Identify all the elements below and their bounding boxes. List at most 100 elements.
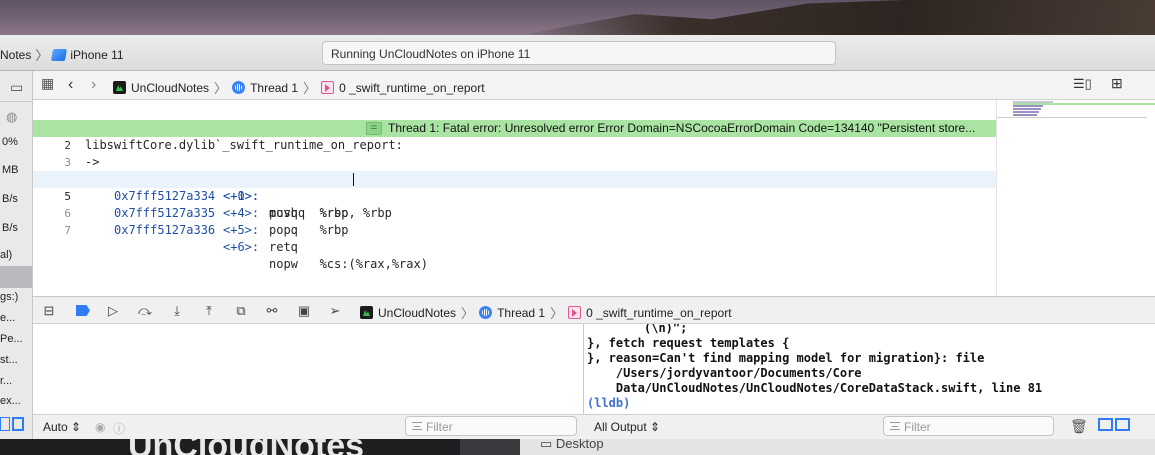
- error-annotation[interactable]: = Thread 1: Fatal error: Unresolved error…: [366, 120, 996, 137]
- console-line: (\n)";: [644, 324, 688, 335]
- frame-row[interactable]: e...: [0, 312, 32, 324]
- memory-graph-icon[interactable]: ⚯: [264, 303, 280, 319]
- editor-options-icon[interactable]: ☰▯: [1073, 76, 1092, 92]
- desktop-folder-label[interactable]: ▭ Desktop: [540, 439, 604, 452]
- network-value[interactable]: B/s: [2, 222, 32, 234]
- hide-debug-area-icon[interactable]: ⊟: [41, 303, 57, 319]
- assembly-editor[interactable]: 1 libswiftCore.dylib`_swift_runtime_on_r…: [33, 100, 996, 296]
- scheme-label[interactable]: Notes: [0, 48, 31, 62]
- console-line: }, reason=Can't find mapping model for m…: [587, 351, 985, 365]
- code-line[interactable]: 6 0x7fff5127a336 <+6>: nopw %cs:(%rax,%r…: [33, 188, 996, 271]
- debug-frame[interactable]: 0 _swift_runtime_on_report: [586, 306, 731, 320]
- filter-toggle-icon[interactable]: [0, 417, 10, 431]
- instruction-offset: <+5>:: [223, 223, 260, 237]
- desktop-background: UnCloudNotes ▭ Desktop: [0, 439, 1155, 455]
- frame-row[interactable]: st...: [0, 354, 32, 366]
- back-arrow-icon[interactable]: ‹: [68, 76, 73, 94]
- wallpaper-mountain: [520, 0, 1155, 35]
- console-output[interactable]: (\n)"; }, fetch request templates { }, r…: [584, 324, 1155, 414]
- activity-status-field: Running UnCloudNotes on iPhone 11: [322, 41, 836, 65]
- console-filter-placeholder: Filter: [904, 420, 931, 434]
- code-line[interactable]: 4 0x7fff5127a334 <+4>: popq %rbp: [33, 154, 996, 237]
- console-line: Data/UnCloudNotes/UnCloudNotes/CoreDataS…: [587, 381, 1043, 395]
- stack-frame-icon: [568, 306, 582, 319]
- scheme-breadcrumb[interactable]: Notes 〉 iPhone 11: [0, 45, 124, 64]
- minimap-line: [1013, 114, 1037, 116]
- show-console-toggle-icon[interactable]: [1115, 418, 1130, 431]
- finder-window: [520, 439, 1155, 455]
- device-label[interactable]: iPhone 11: [70, 48, 123, 62]
- chevron-updown-icon: ⇕: [650, 420, 661, 434]
- comment-icon[interactable]: ▭: [10, 79, 32, 96]
- thread-label[interactable]: al): [0, 249, 32, 261]
- step-over-icon[interactable]: ⤼: [137, 303, 153, 319]
- minimap-line: [1013, 108, 1041, 110]
- breakpoints-toggle-icon[interactable]: [76, 305, 90, 316]
- show-variables-toggle-icon[interactable]: [1098, 418, 1113, 431]
- instruction-text: nopw %cs:(%rax,%rax): [269, 257, 428, 271]
- step-into-icon[interactable]: ⤓: [169, 303, 185, 319]
- trash-icon[interactable]: 🗑: [1070, 418, 1088, 435]
- variables-filter-placeholder: Filter: [426, 420, 453, 434]
- frame-row[interactable]: Pe...: [0, 333, 32, 345]
- simulate-location-icon[interactable]: ➢: [327, 303, 343, 319]
- lldb-prompt[interactable]: (lldb): [587, 396, 630, 411]
- chevron-right-icon: 〉: [35, 48, 49, 63]
- app-target-icon: [113, 81, 126, 94]
- info-icon[interactable]: ⓘ: [113, 420, 125, 437]
- error-text: Thread 1: Fatal error: Unresolved error …: [388, 121, 976, 135]
- minimap-divider: [997, 117, 1147, 118]
- grid-toggle-icon[interactable]: [12, 417, 24, 431]
- output-mode-label: All Output: [594, 420, 647, 434]
- background-app-title: UnCloudNotes: [128, 439, 364, 455]
- variables-mode-select[interactable]: Auto ⇕: [43, 420, 81, 434]
- variables-view[interactable]: [33, 324, 584, 414]
- output-mode-select[interactable]: All Output ⇕: [594, 420, 660, 434]
- minimap-line: [1013, 111, 1039, 113]
- jump-thread[interactable]: Thread 1: [250, 81, 298, 95]
- step-out-icon[interactable]: ⤒: [201, 303, 217, 319]
- debug-bar-path[interactable]: UnCloudNotes 〉 Thread 1 〉 0 _swift_runti…: [360, 303, 732, 322]
- add-editor-icon[interactable]: ⊞: [1111, 75, 1123, 92]
- filter-icon: [890, 422, 900, 430]
- background-window: [460, 439, 520, 455]
- continue-icon[interactable]: ▷: [105, 303, 121, 319]
- thread-icon: [479, 306, 493, 319]
- code-line[interactable]: 7: [33, 205, 996, 237]
- view-hierarchy-icon[interactable]: ⧉: [233, 303, 249, 319]
- folder-name: Desktop: [555, 439, 604, 451]
- line-number: 7: [64, 224, 71, 237]
- frame-row[interactable]: ex...: [0, 395, 32, 407]
- chevron-right-icon: 〉: [214, 81, 228, 96]
- console-filter-field[interactable]: Filter: [883, 416, 1054, 436]
- related-items-icon[interactable]: ▦: [41, 75, 54, 92]
- instruction-text: popq %rbp: [269, 223, 349, 237]
- iphone-icon: [51, 48, 68, 61]
- code-line[interactable]: 3 0x7fff5127a331 <+1>: movq %rsp, %rbp: [33, 137, 996, 220]
- forward-arrow-icon[interactable]: ›: [91, 76, 96, 94]
- disk-value[interactable]: B/s: [2, 193, 32, 205]
- debug-thread[interactable]: Thread 1: [497, 306, 545, 320]
- app-target-icon: [360, 306, 373, 319]
- cpu-value[interactable]: 0%: [2, 136, 32, 148]
- debug-bar: ⊟ ▷ ⤼ ⤓ ⤒ ⧉ ⚯ ▣ ➢ UnCloudNotes 〉 Thread …: [33, 296, 1155, 324]
- selected-frame-row[interactable]: [0, 266, 32, 288]
- debug-target[interactable]: UnCloudNotes: [378, 306, 456, 320]
- eye-icon[interactable]: ◉: [95, 420, 105, 434]
- code-line-error[interactable]: 2 -> 0x7fff5127a330 <+0>: pushq %rbp =Th…: [33, 120, 996, 220]
- minimap-line: [1013, 105, 1043, 107]
- minimap[interactable]: [996, 100, 1155, 296]
- jump-frame[interactable]: 0 _swift_runtime_on_report: [339, 81, 484, 95]
- code-line[interactable]: 1 libswiftCore.dylib`_swift_runtime_on_r…: [33, 103, 996, 152]
- variables-mode-label: Auto: [43, 420, 68, 434]
- code-line-current[interactable]: 5 0x7fff5127a335 <+5>: retq: [33, 171, 996, 254]
- chevron-updown-icon: ⇕: [71, 420, 82, 434]
- frame-row[interactable]: r...: [0, 375, 32, 387]
- memory-value[interactable]: MB: [2, 164, 32, 176]
- frame-row[interactable]: gs:): [0, 291, 32, 303]
- debug-navigator-strip: ▭ ◍ 0% MB B/s B/s al) gs:) e... Pe... st…: [0, 71, 33, 439]
- jump-target[interactable]: UnCloudNotes: [131, 81, 209, 95]
- variables-filter-field[interactable]: Filter: [405, 416, 577, 436]
- environment-overrides-icon[interactable]: ▣: [296, 303, 312, 319]
- jump-bar-path[interactable]: UnCloudNotes 〉 Thread 1 〉 0 _swift_runti…: [113, 78, 485, 97]
